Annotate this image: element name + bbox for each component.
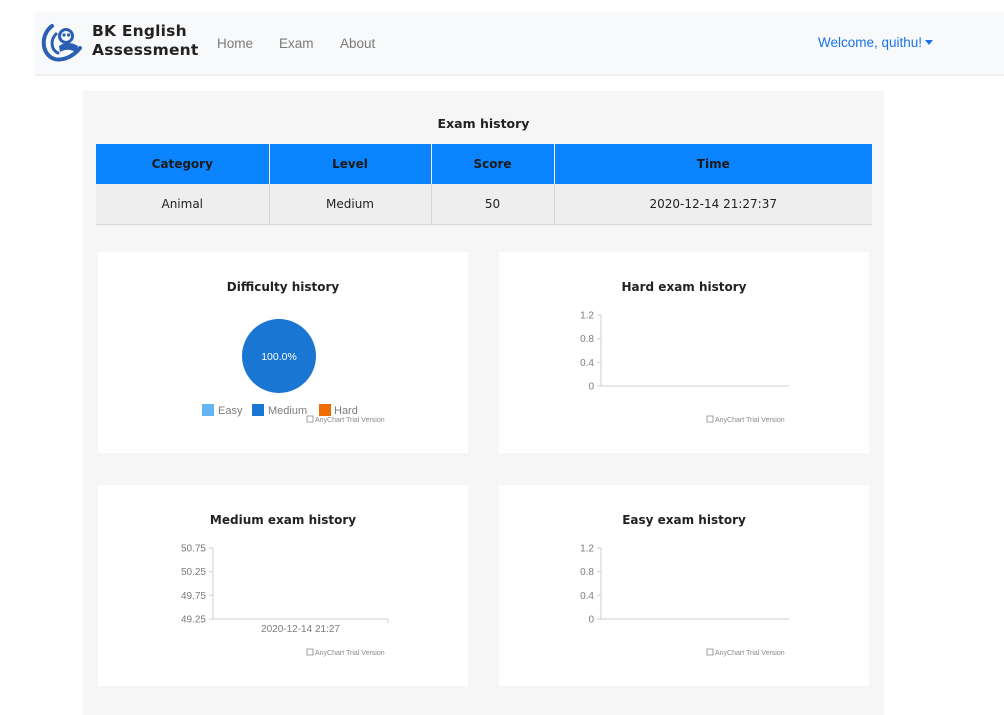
cell-level: Medium: [269, 184, 432, 225]
column-header-score: Score: [431, 144, 555, 184]
caret-down-icon: [925, 39, 934, 45]
y-tick-label: 0.8: [580, 334, 594, 345]
cell-score: 50: [431, 184, 555, 225]
column-header-time: Time: [554, 144, 872, 184]
legend-hard-label[interactable]: Hard: [334, 405, 358, 417]
legend-easy-label[interactable]: Easy: [218, 405, 243, 417]
brand-line-2: Assessment: [92, 41, 199, 59]
difficulty-history-card: Difficulty history 100.0% Easy Medium Ha…: [98, 252, 468, 453]
nav-home-link[interactable]: Home: [217, 36, 253, 51]
y-tick-label: 0.4: [580, 358, 594, 369]
y-tick-label: 50.75: [181, 544, 206, 555]
easy-line-chart: AnyChart Trial Version 1.2 0.8 0.4 0: [580, 544, 789, 657]
medium-line-chart: AnyChart Trial Version 50.75 50.25 49.75 49…: [181, 544, 389, 657]
credit-icon: [306, 415, 314, 423]
y-tick-label: 50.25: [181, 567, 206, 578]
medium-history-card: Medium exam history AnyChart Trial Versi…: [98, 485, 468, 686]
exam-history-table: Category Level Score Time Animal Medium …: [96, 144, 872, 225]
legend-medium-label[interactable]: Medium: [268, 405, 307, 417]
credit-icon: [306, 648, 314, 656]
brand-line-1: BK English: [92, 22, 187, 40]
table-header-row: Category Level Score Time: [96, 144, 872, 184]
legend-hard-swatch: [319, 404, 331, 416]
column-header-category: Category: [96, 144, 270, 184]
easy-history-card: Easy exam history AnyChart Trial Version…: [499, 485, 869, 686]
y-tick-label: 0.8: [580, 567, 594, 578]
logo-icon[interactable]: [38, 22, 84, 62]
y-tick-label: 0.4: [580, 591, 594, 602]
content-panel: Exam history Category Level Score Time A…: [83, 91, 884, 715]
brand-title[interactable]: BK English Assessment: [92, 22, 199, 60]
navbar: BK English Assessment Home Exam About We…: [35, 12, 1004, 76]
y-tick-label: 49.25: [181, 615, 206, 626]
y-tick-label: 49.75: [181, 591, 206, 602]
nav-about-link[interactable]: About: [340, 36, 375, 51]
welcome-text: Welcome, quithu!: [818, 35, 923, 50]
y-tick-label: 0: [588, 382, 594, 393]
credit-text[interactable]: AnyChart Trial Version: [315, 417, 385, 424]
hard-history-card: Hard exam history AnyChart Trial Version…: [499, 252, 869, 453]
pie-slice-label: 100.0%: [261, 351, 297, 363]
credit-text[interactable]: AnyChart Trial Version: [315, 650, 385, 657]
cell-category: Animal: [96, 184, 270, 225]
nav-exam-link[interactable]: Exam: [279, 36, 314, 51]
difficulty-pie-chart: 100.0% Easy Medium Hard AnyChart Trial V…: [202, 319, 385, 424]
credit-text[interactable]: AnyChart Trial Version: [715, 417, 785, 424]
user-menu-dropdown[interactable]: Welcome, quithu!: [818, 35, 934, 50]
y-tick-label: 1.2: [580, 544, 594, 555]
legend-easy-swatch: [202, 404, 214, 416]
credit-icon: [706, 415, 714, 423]
exam-history-title: Exam history: [437, 116, 530, 131]
x-tick-label: 2020-12-14 21:27: [261, 624, 340, 635]
table-row: Animal Medium 50 2020-12-14 21:27:37: [96, 184, 872, 225]
y-tick-label: 0: [588, 615, 594, 626]
legend-medium-swatch: [252, 404, 264, 416]
credit-text[interactable]: AnyChart Trial Version: [715, 650, 785, 657]
cell-time: 2020-12-14 21:27:37: [554, 184, 872, 225]
hard-line-chart: AnyChart Trial Version 1.2 0.8 0.4 0: [580, 311, 789, 424]
credit-icon: [706, 648, 714, 656]
column-header-level: Level: [269, 144, 432, 184]
y-tick-label: 1.2: [580, 311, 594, 322]
